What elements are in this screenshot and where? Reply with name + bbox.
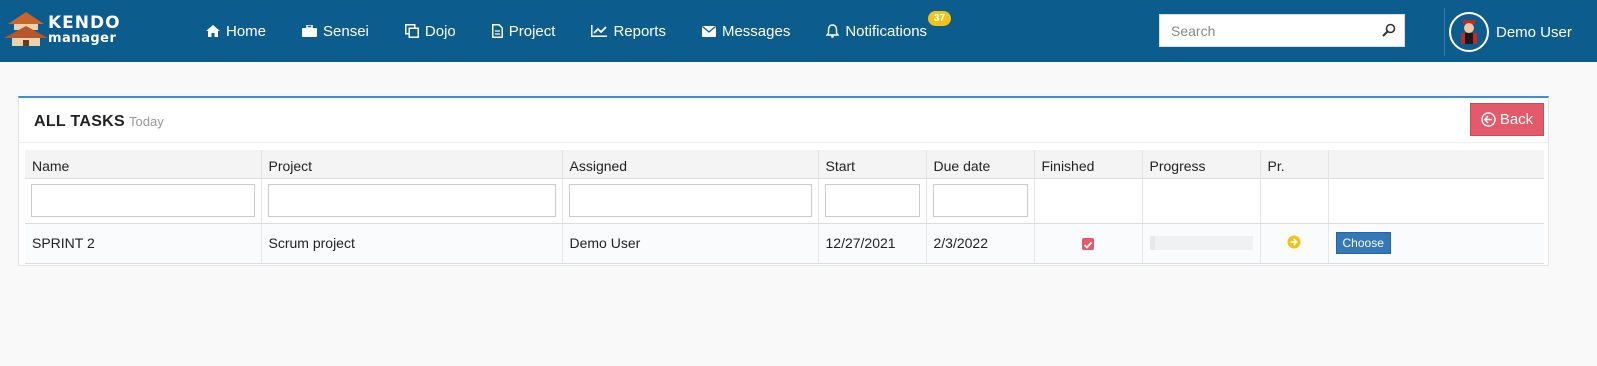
copy-icon — [404, 24, 419, 38]
page-title: ALL TASKS Today — [34, 113, 164, 131]
tasks-table: Name Project Assigned Start Due date Fin… — [25, 150, 1544, 264]
pagoda-icon — [4, 12, 48, 46]
bell-icon — [826, 24, 840, 38]
filter-start-input[interactable] — [824, 184, 920, 217]
line-chart-icon — [591, 25, 608, 37]
nav-messages-label: Messages — [721, 22, 791, 40]
arrow-circle-left-icon — [1481, 112, 1496, 127]
top-navbar: KENDO manager Home Sensei Dojo Project R… — [0, 0, 1597, 62]
search-input[interactable] — [1160, 15, 1370, 46]
brand-line2: manager — [48, 31, 117, 46]
cell-name: SPRINT 2 — [25, 223, 261, 264]
nav-reports[interactable]: Reports — [591, 23, 666, 40]
column-header-due-date[interactable]: Due date — [925, 150, 1034, 179]
brand-line1: KENDO — [48, 13, 121, 33]
filter-row — [25, 178, 1544, 224]
panel-subtitle: Today — [129, 114, 164, 129]
choose-button[interactable]: Choose — [1335, 232, 1391, 254]
column-header-project[interactable]: Project — [260, 150, 562, 179]
column-header-assigned[interactable]: Assigned — [561, 150, 818, 179]
cell-due-date: 2/3/2022 — [925, 223, 1034, 264]
arrow-circle-right-icon — [1287, 235, 1301, 248]
progress-bar-fill — [1149, 236, 1155, 250]
briefcase-icon — [302, 25, 318, 37]
finished-checkbox[interactable] — [1082, 238, 1094, 251]
cell-finished — [1033, 223, 1142, 264]
nav-project-label: Project — [508, 22, 556, 40]
column-header-finished[interactable]: Finished — [1033, 150, 1142, 179]
column-header-progress[interactable]: Progress — [1141, 150, 1260, 179]
cell-priority — [1259, 223, 1328, 264]
document-icon — [491, 24, 503, 38]
tasks-panel: ALL TASKS Today Back Name Project Assigne… — [18, 96, 1549, 266]
column-header-actions — [1327, 150, 1544, 179]
nav-home-label: Home — [226, 22, 267, 40]
samurai-avatar-icon — [1461, 20, 1477, 44]
search-box — [1159, 14, 1405, 47]
column-header-start[interactable]: Start — [817, 150, 926, 179]
main-nav: Home Sensei Dojo Project Reports Message… — [206, 0, 963, 62]
nav-dojo-label: Dojo — [424, 22, 456, 40]
search-icon[interactable] — [1382, 23, 1396, 37]
column-header-name[interactable]: Name — [25, 150, 261, 179]
filter-project-input[interactable] — [267, 184, 556, 217]
nav-project[interactable]: Project — [491, 22, 556, 40]
back-button-label: Back — [1499, 111, 1534, 128]
nav-notifications-label: Notifications — [845, 22, 928, 40]
nav-sensei[interactable]: Sensei — [302, 23, 369, 40]
user-menu[interactable]: Demo User — [1449, 12, 1572, 52]
cell-project: Scrum project — [260, 223, 562, 264]
nav-sensei-label: Sensei — [323, 22, 369, 40]
check-icon — [1083, 242, 1093, 250]
cell-progress — [1141, 223, 1260, 264]
avatar — [1449, 12, 1489, 52]
progress-bar — [1149, 236, 1253, 250]
panel-divider — [19, 142, 1548, 143]
user-name: Demo User — [1496, 23, 1572, 41]
navbar-divider — [1444, 8, 1445, 56]
cell-start: 12/27/2021 — [817, 223, 926, 264]
home-icon — [206, 25, 220, 37]
table-header-row: Name Project Assigned Start Due date Fin… — [25, 150, 1544, 179]
nav-dojo[interactable]: Dojo — [404, 22, 456, 40]
back-button[interactable]: Back — [1470, 103, 1544, 136]
nav-home[interactable]: Home — [206, 23, 266, 40]
table-row[interactable]: SPRINT 2 Scrum project Demo User 12/27/2… — [25, 223, 1544, 264]
cell-assigned: Demo User — [561, 223, 818, 264]
brand-logo[interactable]: KENDO manager — [4, 10, 120, 50]
envelope-icon — [701, 25, 716, 37]
filter-name-input[interactable] — [31, 184, 255, 217]
filter-assigned-input[interactable] — [568, 184, 812, 217]
nav-messages[interactable]: Messages — [701, 22, 791, 40]
notifications-badge: 37 — [927, 10, 952, 26]
panel-title-text: ALL TASKS — [34, 113, 125, 130]
nav-notifications[interactable]: Notifications 37 — [826, 10, 952, 40]
nav-reports-label: Reports — [613, 22, 666, 40]
cell-actions: Choose — [1327, 223, 1544, 264]
column-header-priority[interactable]: Pr. — [1259, 150, 1328, 179]
filter-due-date-input[interactable] — [932, 184, 1028, 217]
